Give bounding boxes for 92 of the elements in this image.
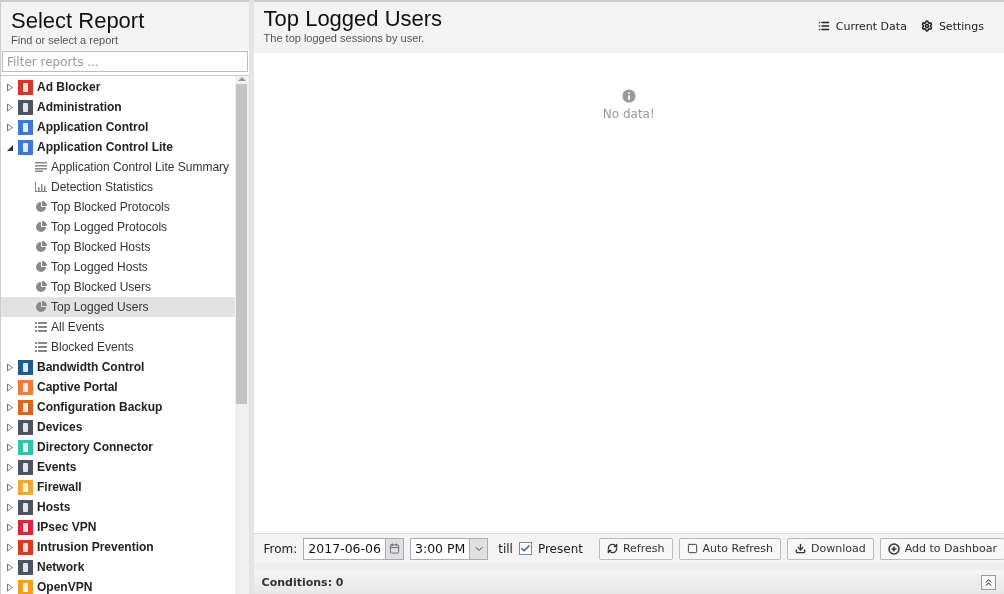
tree-category[interactable]: Captive Portal — [37, 380, 118, 394]
calendar-icon[interactable] — [389, 543, 400, 554]
sidebar-subtitle: Find or select a report — [11, 34, 119, 46]
bar-chart-icon — [35, 182, 47, 192]
pie-chart-icon — [35, 241, 47, 253]
tree-category[interactable]: IPsec VPN — [37, 520, 97, 534]
present-checkbox[interactable] — [518, 542, 532, 555]
tree-item[interactable]: Detection Statistics — [1, 177, 235, 197]
time-field[interactable]: 3:00 PM — [410, 537, 489, 560]
tree-item-label: Application Control Lite Summary — [51, 160, 230, 174]
tree-item[interactable]: All Events — [1, 317, 235, 337]
collapse-icon — [983, 576, 994, 588]
present-label: Present — [537, 541, 583, 556]
collapsed-arrow-icon[interactable] — [6, 542, 14, 552]
pie-chart-icon — [35, 221, 47, 233]
tree-item[interactable]: Top Logged Protocols — [1, 217, 235, 237]
list-icon — [35, 342, 47, 352]
tree-category[interactable]: Directory Connector — [37, 440, 154, 454]
tree-item-label: Blocked Events — [51, 340, 134, 354]
collapsed-arrow-icon[interactable] — [6, 122, 14, 132]
current-data-link[interactable]: Current Data — [817, 20, 907, 53]
date-field[interactable]: 2017-06-06 — [303, 537, 404, 560]
report-subtitle: The top logged sessions by user. — [263, 32, 426, 44]
tree-item-label: Top Logged Hosts — [51, 260, 148, 274]
tree-item-label: Top Logged Protocols — [51, 220, 168, 234]
list-icon — [35, 322, 47, 332]
refresh-button[interactable]: Refresh — [598, 537, 673, 560]
tree-item[interactable]: Top Blocked Users — [1, 277, 235, 297]
collapsed-arrow-icon[interactable] — [6, 382, 14, 392]
tree-category[interactable]: Administration — [37, 100, 122, 114]
checkbox-icon — [686, 543, 698, 554]
tree-item[interactable]: Top Blocked Hosts — [1, 237, 235, 257]
sidebar-title: Select Report — [11, 8, 146, 34]
collapsed-arrow-icon[interactable] — [6, 462, 14, 472]
tree-category[interactable]: OpenVPN — [37, 580, 93, 594]
plus-circle-icon — [887, 542, 900, 555]
till-label: till — [497, 541, 513, 556]
scrollbar[interactable] — [234, 76, 249, 594]
tree-item[interactable]: Blocked Events — [1, 337, 235, 357]
tree-item[interactable]: Application Control Lite Summary — [1, 157, 235, 177]
pie-chart-icon — [35, 301, 47, 313]
tree-item-label: Top Blocked Protocols — [51, 200, 170, 214]
download-icon — [795, 543, 807, 554]
pie-chart-icon — [35, 201, 47, 213]
pie-chart-icon — [35, 281, 47, 293]
filter-field[interactable]: Filter reports ... — [2, 51, 248, 72]
collapsed-arrow-icon[interactable] — [6, 582, 14, 592]
collapsed-arrow-icon[interactable] — [6, 442, 14, 452]
tree-category[interactable]: Network — [37, 560, 85, 574]
collapsed-arrow-icon[interactable] — [6, 102, 14, 112]
settings-icon — [920, 20, 933, 32]
collapsed-arrow-icon[interactable] — [6, 562, 14, 572]
tree-category[interactable]: Hosts — [37, 500, 71, 514]
collapsed-arrow-icon[interactable] — [6, 82, 14, 92]
tree-category[interactable]: Firewall — [37, 480, 82, 494]
tree-category[interactable]: Configuration Backup — [37, 400, 163, 414]
toggle-button[interactable]: Auto Refresh — [678, 537, 782, 560]
collapsed-arrow-icon[interactable] — [6, 502, 14, 512]
conditions-label: Conditions: 0 — [261, 575, 344, 589]
tree-category[interactable]: Application Control — [37, 120, 149, 134]
tree-category[interactable]: Bandwidth Control — [37, 360, 145, 374]
collapsed-arrow-icon[interactable] — [6, 482, 14, 492]
lines-icon — [35, 162, 47, 172]
collapse-button[interactable] — [981, 574, 996, 590]
info-icon — [619, 87, 638, 105]
from-label: From: — [263, 541, 298, 556]
tree-category[interactable]: Events — [37, 460, 77, 474]
tree-item-label: All Events — [51, 320, 105, 334]
tree-category[interactable]: Ad Blocker — [37, 80, 101, 94]
add-button[interactable]: Add to Dashboar — [879, 537, 1004, 560]
list-icon — [817, 20, 830, 32]
collapsed-arrow-icon[interactable] — [6, 422, 14, 432]
refresh-icon — [606, 543, 618, 554]
tree-category[interactable]: Intrusion Prevention — [37, 540, 154, 554]
tree-item[interactable]: Top Logged Users — [1, 297, 235, 317]
tree-item-label: Detection Statistics — [51, 180, 154, 194]
empty-message: No data! — [602, 107, 655, 121]
tree-item-label: Top Blocked Hosts — [51, 240, 151, 254]
tree-item[interactable]: Top Logged Hosts — [1, 257, 235, 277]
tree-category[interactable]: Application Control Lite — [37, 140, 173, 154]
tree-item[interactable]: Top Blocked Protocols — [1, 197, 235, 217]
report-title: Top Logged Users — [263, 6, 443, 32]
settings-link[interactable]: Settings — [920, 20, 984, 53]
tree-category[interactable]: Devices — [37, 420, 83, 434]
collapsed-arrow-icon[interactable] — [6, 522, 14, 532]
tree-item-label: Top Logged Users — [51, 300, 149, 314]
download-button[interactable]: Download — [787, 537, 874, 560]
scroll-up-icon[interactable] — [237, 76, 246, 82]
collapsed-arrow-icon[interactable] — [6, 362, 14, 372]
tree-item-label: Top Blocked Users — [51, 280, 152, 294]
pie-chart-icon — [35, 261, 47, 273]
collapsed-arrow-icon[interactable] — [6, 402, 14, 412]
